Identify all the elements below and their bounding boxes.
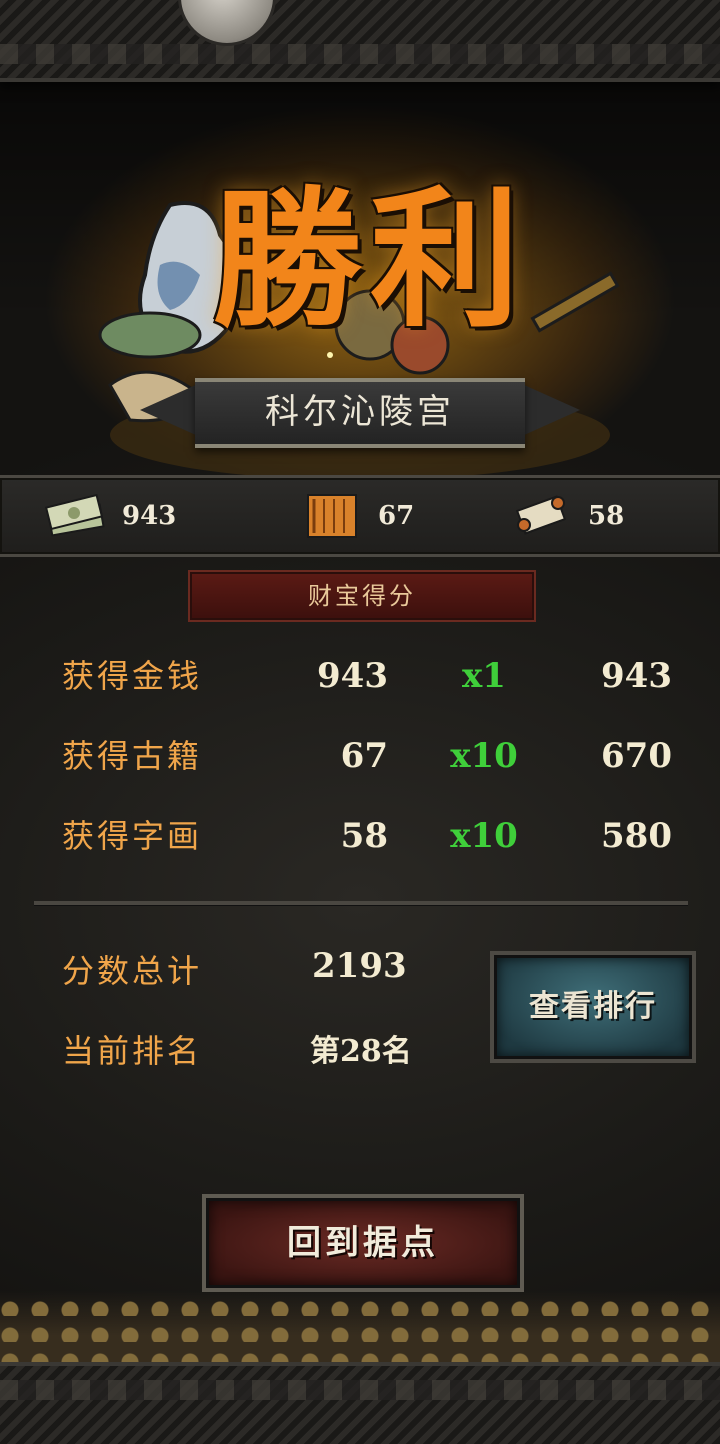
money-value: 943: [122, 501, 177, 531]
rank-value: 第28名: [310, 1034, 412, 1069]
bottom-border: [0, 1362, 720, 1444]
row-label: 获得字画: [62, 817, 203, 855]
total-score-label: 分数总计: [62, 952, 203, 990]
row-multiplier: x1: [462, 656, 506, 696]
score-row-paintings: 获得字画 58 x10 580: [0, 808, 720, 864]
ancient-book-icon: [300, 491, 364, 541]
location-banner: 科尔沁陵宫: [140, 370, 580, 450]
coin-pile-decoration: [0, 1290, 720, 1366]
view-ranking-button[interactable]: 查看排行: [494, 955, 692, 1059]
score-row-money: 获得金钱 943 x1 943: [0, 648, 720, 704]
row-total: 580: [601, 816, 672, 856]
resource-money: 943: [44, 478, 176, 554]
resource-books: 67: [300, 478, 414, 554]
score-row-books: 获得古籍 67 x10 670: [0, 728, 720, 784]
row-count: 67: [340, 736, 388, 776]
total-score-value: 2193: [312, 946, 407, 986]
treasure-score-header: 财宝得分: [190, 572, 534, 620]
resource-bar: 943 67 58: [0, 475, 720, 557]
location-name: 科尔沁陵宫: [265, 392, 455, 432]
divider: [34, 901, 688, 906]
row-count: 943: [317, 656, 388, 696]
row-total: 670: [601, 736, 672, 776]
avatar[interactable]: [178, 0, 276, 46]
resource-paintings: 58: [510, 478, 624, 554]
row-label: 获得古籍: [62, 737, 203, 775]
return-to-base-button[interactable]: 回到据点: [206, 1198, 520, 1288]
top-border: [0, 0, 720, 82]
row-multiplier: x10: [450, 816, 518, 856]
books-value: 67: [378, 501, 415, 531]
row-total: 943: [601, 656, 672, 696]
rank-label: 当前排名: [62, 1032, 203, 1070]
money-stack-icon: [44, 491, 108, 541]
row-label: 获得金钱: [62, 657, 203, 695]
paintings-value: 58: [588, 501, 625, 531]
row-multiplier: x10: [450, 736, 518, 776]
victory-title: 勝利: [211, 172, 528, 348]
row-count: 58: [340, 816, 388, 856]
scroll-painting-icon: [510, 491, 574, 541]
